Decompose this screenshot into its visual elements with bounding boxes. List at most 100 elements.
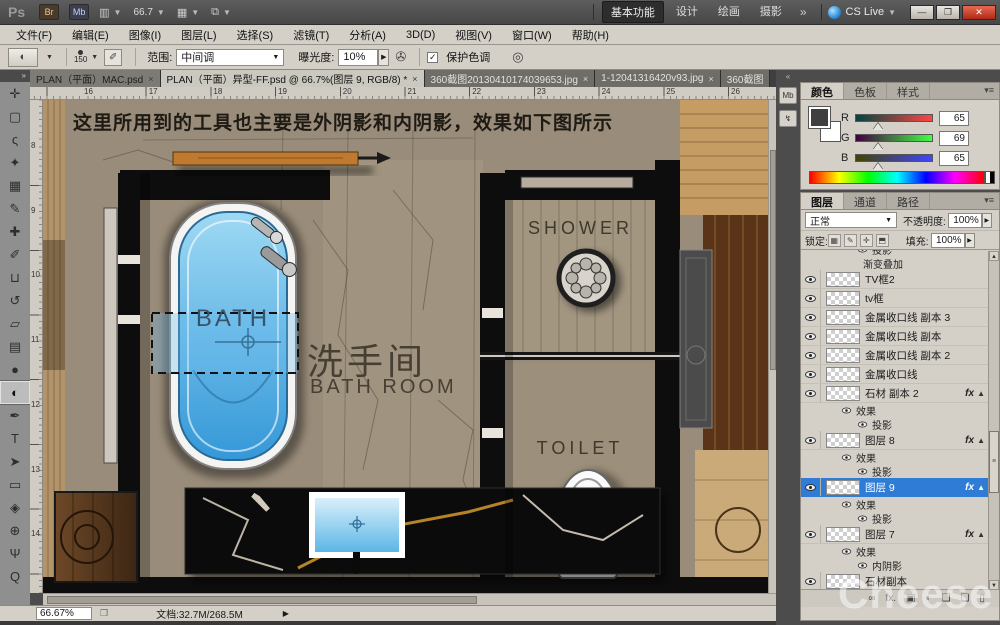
layer-row-7[interactable]: 金属收口线 [801,365,999,384]
scroll-up-arrow[interactable]: ▲ [989,251,999,261]
layer-thumbnail[interactable] [826,329,860,344]
range-select[interactable]: 中间调▼ [176,49,284,66]
fx-collapse-caret[interactable]: ▲ [977,530,985,539]
launch-mini-bridge-button[interactable]: Mb [69,4,89,20]
eye-cell[interactable] [801,478,821,496]
layer-thumbnail[interactable] [826,574,860,589]
link-layers-icon[interactable]: ∞ [868,593,875,604]
effect-eye-icon[interactable] [842,548,851,554]
hand-tool[interactable]: Ψ [0,542,30,565]
layer-row-6[interactable]: 金属收口线 副本 2 [801,346,999,365]
move-tool[interactable]: ✛ [0,82,30,105]
effect-eye-icon[interactable] [858,468,867,474]
launch-bridge-button[interactable]: Br [39,4,59,20]
layer-thumbnail[interactable] [826,433,860,448]
effect-eye-icon[interactable] [858,515,867,521]
channel-slider-R[interactable] [855,114,933,122]
adjustment-layer-icon[interactable]: ◐ [926,593,932,604]
menu-item-0[interactable]: 文件(F) [6,27,62,43]
fx-collapse-caret[interactable]: ▲ [977,389,985,398]
zoom-level-field[interactable]: 66.7 [133,7,152,18]
effects-header-row-9[interactable]: 效果 [801,403,999,417]
pen-tool[interactable]: ✒ [0,404,30,427]
visibility-eye-icon[interactable] [805,371,816,378]
menu-item-1[interactable]: 编辑(E) [62,27,119,43]
layer-row-8[interactable]: 石材 副本 2fx▲ [801,384,999,403]
layer-row-14[interactable]: 图层 9fx▲ [801,478,999,497]
exposure-field[interactable]: 10% [338,49,378,66]
tab-layers[interactable]: 图层 [801,193,844,209]
clone-stamp-tool[interactable]: ⊔ [0,266,30,289]
workspace-button-2[interactable]: 绘画 [710,1,748,23]
visibility-eye-icon[interactable] [805,390,816,397]
effect-eye-icon[interactable] [842,407,851,413]
document-tab-4[interactable]: 360截图 [721,70,771,87]
screen-mode-caret[interactable]: ▼ [223,8,231,17]
brush-preset-picker[interactable]: 150 [74,50,87,64]
tab-swatches[interactable]: 色板 [844,83,887,99]
eraser-tool[interactable]: ▱ [0,312,30,335]
workspace-button-1[interactable]: 设计 [668,1,706,23]
layer-thumbnail[interactable] [826,367,860,382]
mini-bridge-panel-icon[interactable]: Mb [779,87,797,104]
dock-collapse-button[interactable]: « [776,70,800,81]
layer-group-icon[interactable]: ❏ [942,593,951,604]
hscroll-thumb[interactable] [47,596,477,604]
effect-eye-icon[interactable] [842,501,851,507]
tool-preset-picker[interactable]: ◐ [8,48,38,67]
tab-close-icon[interactable]: × [583,74,588,84]
fill-spinner[interactable]: ▶ [965,233,975,248]
layer-row-11[interactable]: 图层 8fx▲ [801,431,999,450]
healing-brush-tool[interactable]: ✚ [0,220,30,243]
history-brush-tool[interactable]: ↺ [0,289,30,312]
crop-tool[interactable]: ▦ [0,174,30,197]
eye-cell[interactable] [801,308,821,326]
airbrush-toggle-icon[interactable]: ✇ [395,49,406,65]
vertical-ruler[interactable]: 89101112131415 [30,100,43,593]
view-extras-caret[interactable]: ▼ [114,8,122,17]
color-panel-menu-icon[interactable]: ▾≡ [979,83,999,99]
tab-close-icon[interactable]: × [412,74,417,84]
layer-mask-icon[interactable]: ▣ [906,593,915,604]
tab-styles[interactable]: 样式 [887,83,930,99]
layer-row-4[interactable]: 金属收口线 副本 3 [801,308,999,327]
lasso-tool[interactable]: ς [0,128,30,151]
scroll-down-arrow[interactable]: ▼ [989,580,999,590]
type-tool[interactable]: T [0,427,30,450]
menu-item-8[interactable]: 视图(V) [445,27,502,43]
effect-item-row-19[interactable]: 内阴影 [801,558,999,572]
visibility-eye-icon[interactable] [805,352,816,359]
cs-live-button[interactable]: CS Live▼ [828,6,896,19]
new-layer-icon[interactable]: ❑ [961,593,970,604]
visibility-eye-icon[interactable] [805,578,816,585]
arrange-documents-caret[interactable]: ▼ [191,8,199,17]
menu-item-10[interactable]: 帮助(H) [562,27,619,43]
lock-all-icon[interactable]: ⬒ [876,234,889,247]
fx-collapse-caret[interactable]: ▲ [977,483,985,492]
arrange-documents-icon[interactable]: ▦ [177,6,187,19]
lock-position-icon[interactable]: ✛ [860,234,873,247]
visibility-eye-icon[interactable] [805,484,816,491]
layer-row-2[interactable]: TV框2 [801,270,999,289]
eye-cell[interactable] [801,572,821,589]
fill-field[interactable]: 100% [931,233,965,248]
blend-mode-select[interactable]: 正常▼ [805,212,897,228]
layers-scroll-thumb[interactable]: ≡ [989,431,999,493]
minimize-button[interactable]: — [910,5,934,20]
visibility-eye-icon[interactable] [805,295,816,302]
tools-collapse-button[interactable]: » [0,70,30,82]
color-ramp-bw[interactable] [985,171,995,184]
quick-selection-tool[interactable]: ✦ [0,151,30,174]
workspace-overflow-button[interactable]: » [800,5,807,19]
document-tab-1[interactable]: PLAN（平面）异型-FF.psd @ 66.7%(图层 9, RGB/8) *… [161,70,425,87]
tool-preset-caret[interactable]: ▼ [46,54,53,61]
layer-row-3[interactable]: tv框 [801,289,999,308]
brush-tool[interactable]: ✐ [0,243,30,266]
opacity-field[interactable]: 100% [948,213,982,228]
effects-header-row-12[interactable]: 效果 [801,450,999,464]
delete-layer-icon[interactable]: ▯ [979,593,985,604]
visibility-eye-icon[interactable] [805,276,816,283]
menu-item-7[interactable]: 3D(D) [396,29,445,41]
layer-thumbnail[interactable] [826,310,860,325]
document-tab-2[interactable]: 360截图20130410174039653.jpg× [425,70,596,87]
